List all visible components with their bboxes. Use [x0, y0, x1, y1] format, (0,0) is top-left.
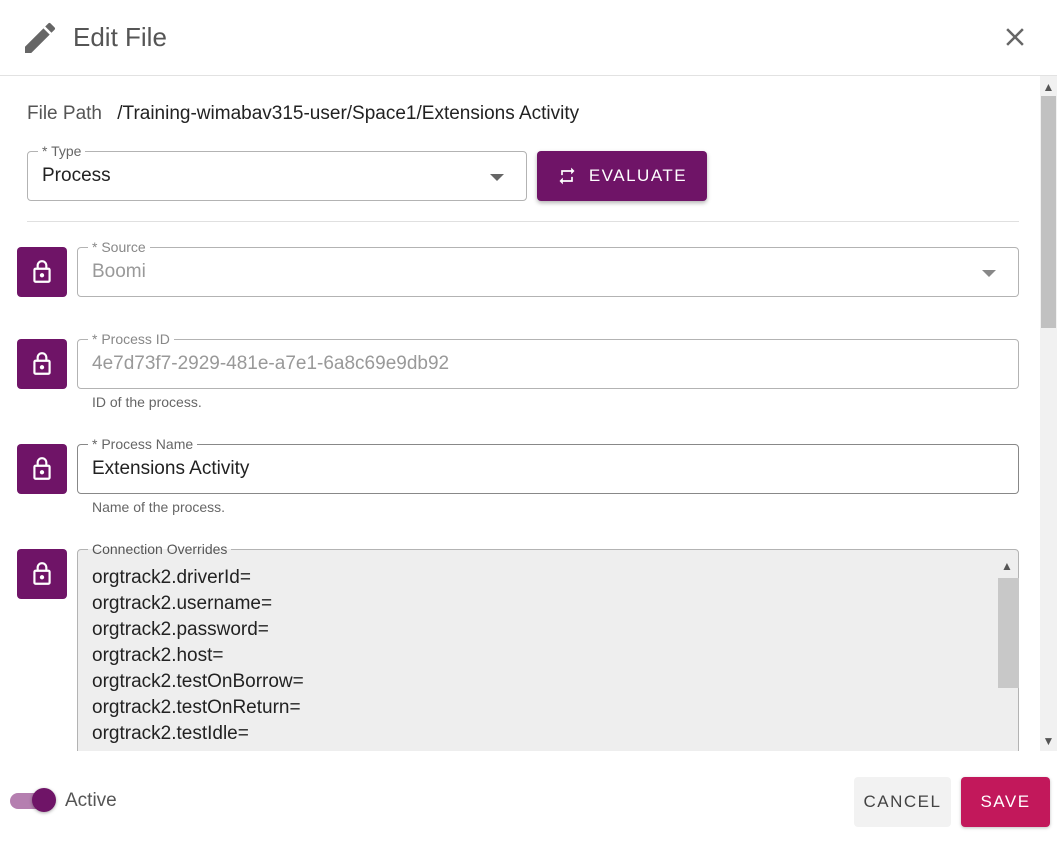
override-line: orgtrack2.password=	[92, 619, 269, 640]
evaluate-button[interactable]: EVALUATE	[537, 151, 707, 201]
process-name-helper: Name of the process.	[92, 499, 226, 515]
chevron-down-icon	[490, 174, 504, 181]
connection-overrides-label: Connection Overrides	[88, 540, 232, 558]
process-name-field[interactable]: * Process Name Extensions Activity	[77, 435, 1019, 494]
connection-overrides-textarea[interactable]: Connection Overrides orgtrack2.driverId=…	[77, 540, 1019, 751]
override-line: orgtrack2.testOnBorrow=	[92, 671, 304, 692]
textarea-scroll-thumb[interactable]	[998, 578, 1019, 688]
source-label: * Source	[88, 238, 150, 256]
override-line: orgtrack2.username=	[92, 593, 273, 614]
dialog-title: Edit File	[73, 22, 167, 52]
active-toggle[interactable]	[10, 788, 56, 812]
lock-icon	[33, 260, 51, 283]
file-path-value: /Training-wimabav315-user/Space1/Extensi…	[117, 103, 580, 124]
active-label: Active	[65, 790, 117, 811]
process-id-helper: ID of the process.	[92, 394, 202, 410]
chevron-down-icon	[982, 270, 996, 277]
dialog-content: File Path /Training-wimabav315-user/Spac…	[0, 76, 1040, 751]
lock-icon	[33, 352, 51, 375]
process-name-value: Extensions Activity	[92, 458, 250, 479]
file-path: File Path /Training-wimabav315-user/Spac…	[27, 103, 579, 125]
pencil-icon	[25, 22, 56, 53]
dialog-footer: Active CANCEL SAVE	[0, 751, 1057, 849]
textarea-scrollbar[interactable]: ▲	[998, 556, 1019, 751]
save-button[interactable]: SAVE	[961, 777, 1050, 827]
process-id-value: 4e7d73f7-2929-481e-a7e1-6a8c69e9db92	[92, 353, 450, 374]
source-value: Boomi	[92, 261, 146, 282]
lock-icon	[33, 562, 51, 585]
cancel-button[interactable]: CANCEL	[854, 777, 951, 827]
lock-toggle-process-id[interactable]	[17, 339, 67, 389]
lock-toggle-connection-overrides[interactable]	[17, 549, 67, 599]
content-scrollbar[interactable]: ▲ ▼	[1040, 76, 1057, 751]
override-line: orgtrack2.testOnReturn=	[92, 697, 301, 718]
chevron-up-icon[interactable]: ▲	[1040, 78, 1057, 95]
lock-toggle-source[interactable]	[17, 247, 67, 297]
process-name-label: * Process Name	[88, 435, 198, 453]
source-select: * Source Boomi	[77, 238, 1019, 297]
toggle-knob	[32, 788, 56, 812]
connection-overrides-lines: orgtrack2.driverId= orgtrack2.username= …	[92, 565, 304, 747]
lock-toggle-process-name[interactable]	[17, 444, 67, 494]
override-line: orgtrack2.testIdle=	[92, 723, 249, 744]
evaluate-label: EVALUATE	[588, 166, 688, 185]
type-value: Process	[42, 165, 111, 186]
close-icon[interactable]	[1000, 22, 1030, 52]
dialog-header: Edit File	[0, 0, 1057, 76]
divider	[27, 221, 1019, 222]
chevron-up-icon[interactable]: ▲	[1001, 559, 1013, 573]
type-select[interactable]: * Type Process	[27, 142, 527, 201]
swap-arrows-icon	[559, 167, 575, 185]
type-label: * Type	[38, 142, 86, 160]
content-scroll-thumb[interactable]	[1041, 96, 1056, 328]
process-id-field: * Process ID 4e7d73f7-2929-481e-a7e1-6a8…	[77, 330, 1019, 389]
override-line: orgtrack2.driverId=	[92, 567, 251, 588]
process-id-label: * Process ID	[88, 330, 174, 348]
override-line: orgtrack2.host=	[92, 645, 224, 666]
chevron-down-icon[interactable]: ▼	[1040, 732, 1057, 749]
file-path-label: File Path	[27, 103, 102, 124]
lock-icon	[33, 457, 51, 480]
